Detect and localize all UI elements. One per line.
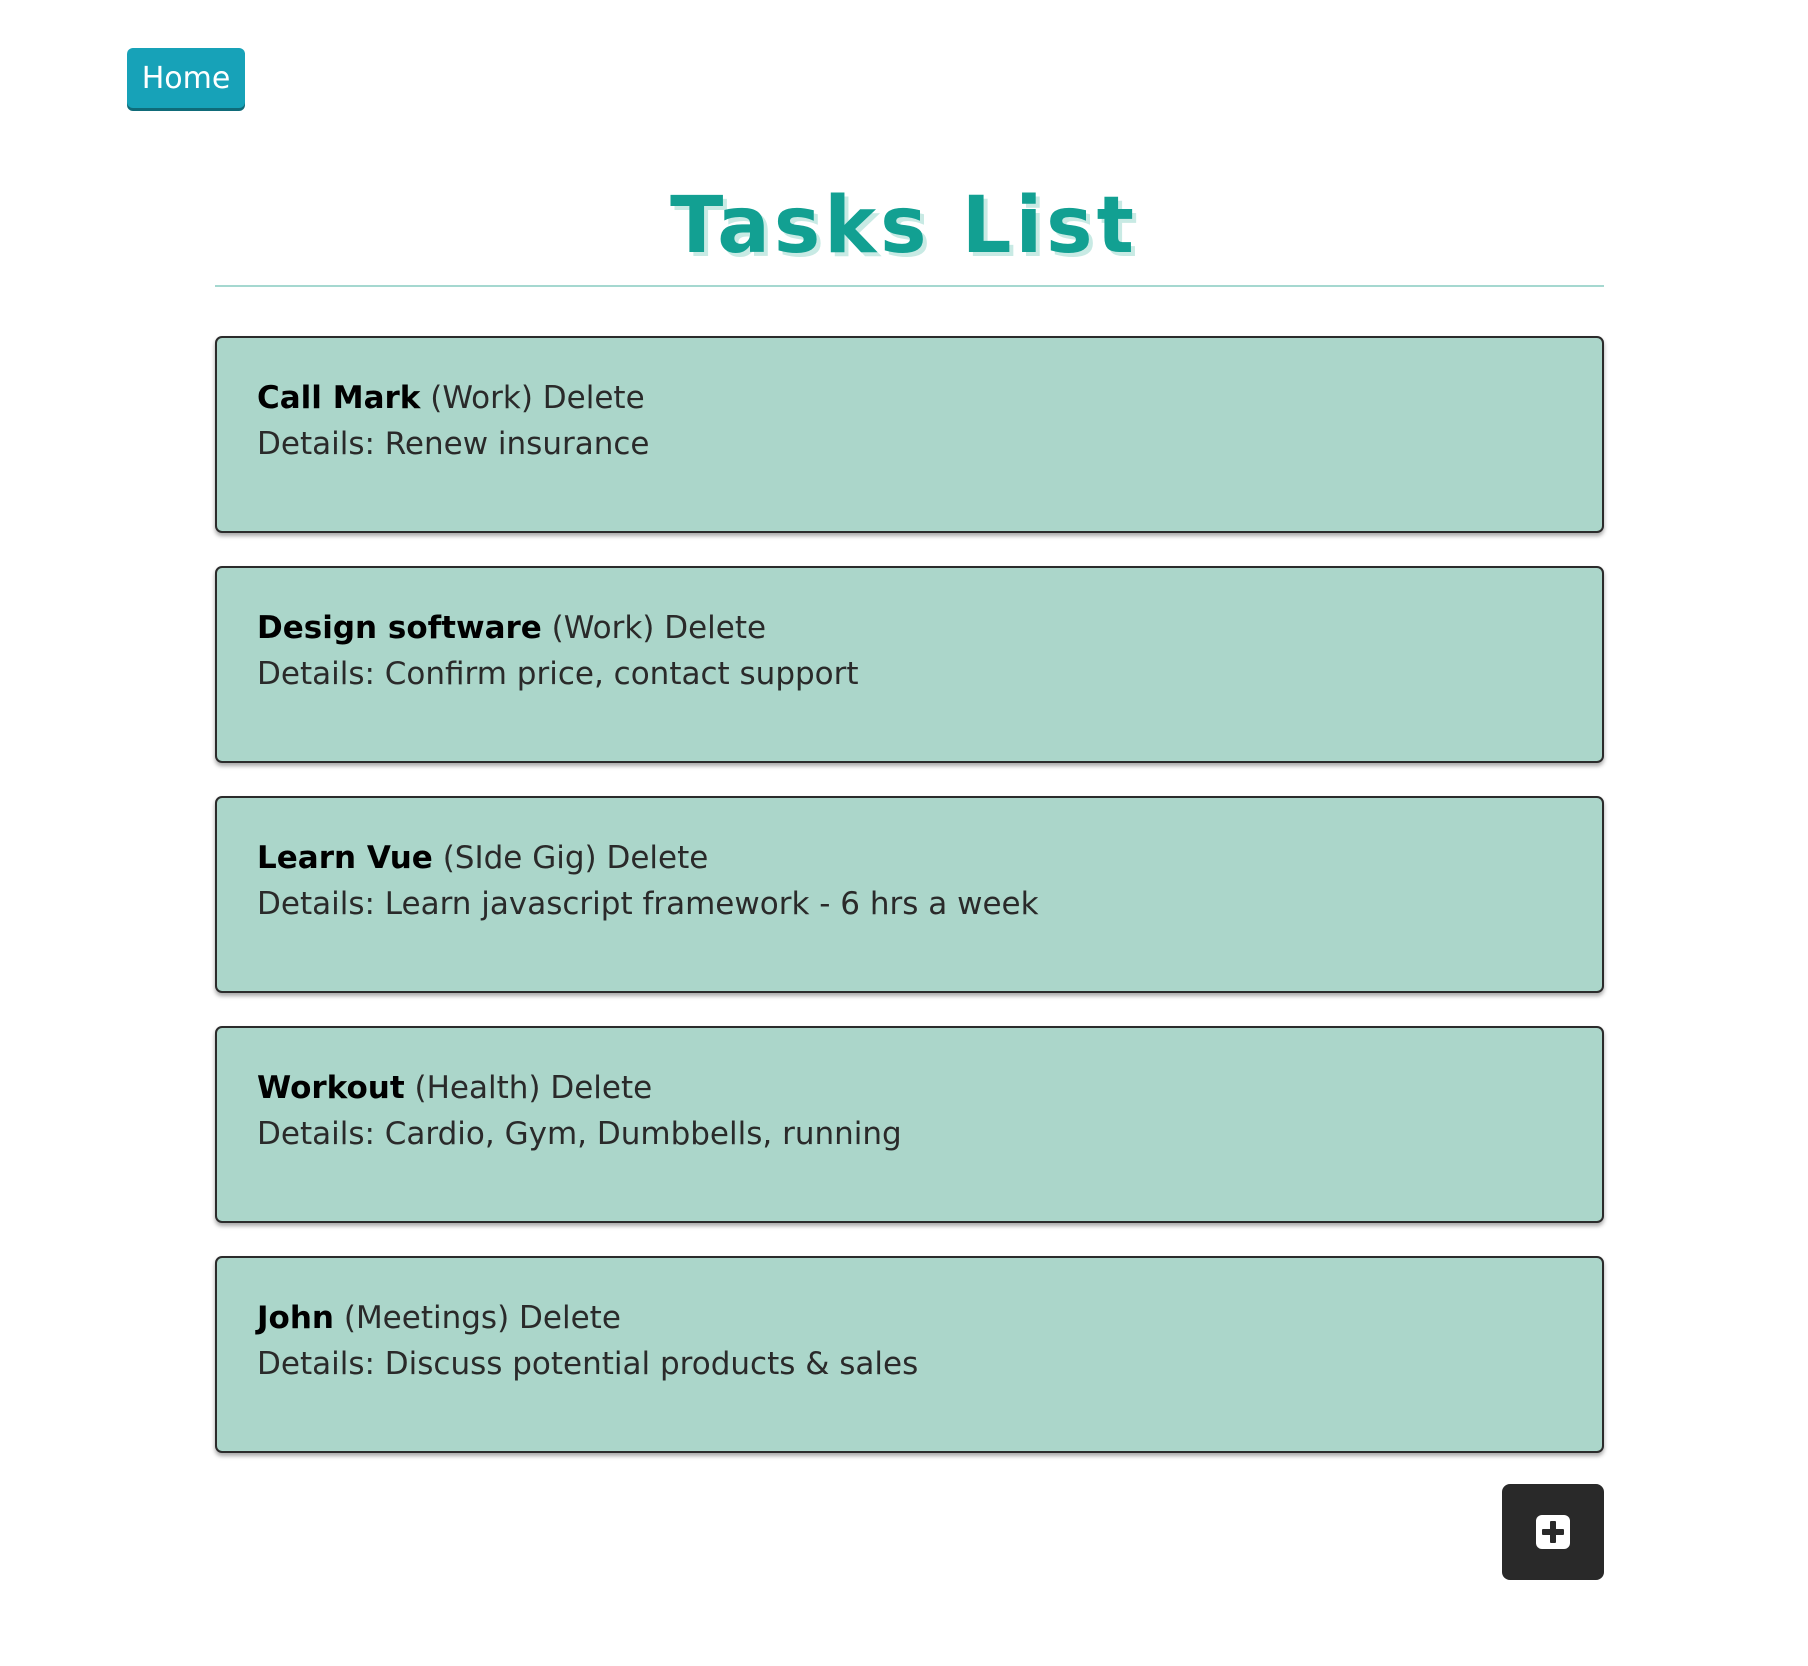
task-name: John (257, 1300, 334, 1336)
title-divider (215, 285, 1604, 287)
delete-button[interactable]: Delete (606, 840, 708, 876)
task-list: Call Mark (Work) Delete Details: Renew i… (215, 336, 1604, 1486)
task-category: (Work) (430, 380, 533, 416)
delete-button[interactable]: Delete (664, 610, 766, 646)
task-card: Workout (Health) Delete Details: Cardio,… (215, 1026, 1604, 1223)
task-name: Call Mark (257, 380, 421, 416)
task-category: (SIde Gig) (442, 840, 597, 876)
delete-button[interactable]: Delete (550, 1070, 652, 1106)
task-card: Design software (Work) Delete Details: C… (215, 566, 1604, 763)
task-name: Workout (257, 1070, 405, 1106)
task-name: Design software (257, 610, 542, 646)
home-button[interactable]: Home (127, 48, 245, 108)
task-card: John (Meetings) Delete Details: Discuss … (215, 1256, 1604, 1453)
task-details: Details: Confirm price, contact support (257, 656, 859, 692)
delete-button[interactable]: Delete (519, 1300, 621, 1336)
add-task-button[interactable] (1502, 1484, 1604, 1580)
task-details: Details: Renew insurance (257, 426, 650, 462)
delete-button[interactable]: Delete (543, 380, 645, 416)
task-details: Details: Discuss potential products & sa… (257, 1346, 919, 1382)
task-name: Learn Vue (257, 840, 433, 876)
task-card: Call Mark (Work) Delete Details: Renew i… (215, 336, 1604, 533)
task-category: (Health) (414, 1070, 541, 1106)
task-header: Workout (Health) Delete (257, 1066, 1562, 1110)
task-category: (Meetings) (343, 1300, 510, 1336)
task-header: John (Meetings) Delete (257, 1296, 1562, 1340)
task-header: Learn Vue (SIde Gig) Delete (257, 836, 1562, 880)
task-header: Design software (Work) Delete (257, 606, 1562, 650)
plus-square-icon (1536, 1515, 1570, 1549)
task-category: (Work) (551, 610, 655, 646)
page-title: Tasks List (670, 181, 1138, 271)
task-card: Learn Vue (SIde Gig) Delete Details: Lea… (215, 796, 1604, 993)
task-header: Call Mark (Work) Delete (257, 376, 1562, 420)
task-details: Details: Learn javascript framework - 6 … (257, 886, 1039, 922)
task-details: Details: Cardio, Gym, Dumbbells, running (257, 1116, 902, 1152)
